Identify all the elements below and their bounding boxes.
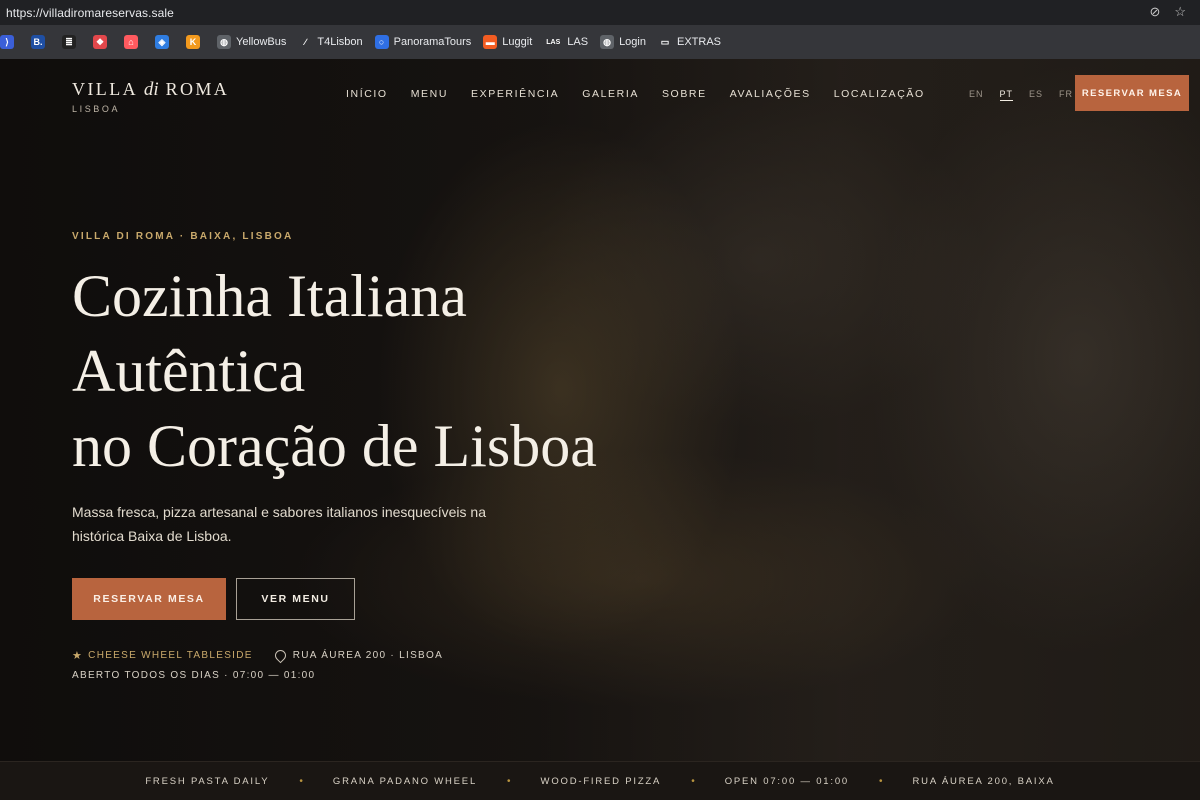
bookmark-label: Luggit [502, 36, 533, 48]
bookmark-item[interactable]: K [186, 25, 205, 59]
bookmark-item[interactable]: ○ PanoramaTours [374, 25, 472, 59]
bookmark-favicon-icon: K [186, 35, 200, 49]
ticker-item: RUA ÁUREA 200, BAIXA [912, 775, 1055, 787]
nav-item-galeria[interactable]: GALERIA [582, 88, 639, 100]
bookmark-favicon-icon: B. [31, 35, 45, 49]
bookmark-favicon-icon: ▬ [483, 35, 498, 49]
reserve-table-button[interactable]: RESERVAR MESA [72, 578, 226, 620]
bookmark-label: LAS [567, 36, 589, 48]
hero-section: VILLA di ROMA LISBOA INÍCIO MENU EXPERIÊ… [0, 59, 1200, 761]
bookmark-favicon-icon: LAS [544, 35, 563, 49]
ticker-item: GRANA PADANO WHEEL [332, 775, 478, 787]
nav-item-sobre[interactable]: SOBRE [662, 88, 707, 100]
ticker-separator: • [299, 775, 303, 787]
bookmark-label: EXTRAS [676, 36, 721, 48]
opening-hours: ABERTO TODOS OS DIAS · 07:00 — 01:00 [72, 670, 316, 681]
eye-off-icon[interactable]: ⊘ [1149, 4, 1160, 20]
browser-address-bar[interactable]: https://villadiromareservas.sale ⊘ ☆ [0, 0, 1200, 25]
bookmark-item[interactable]: ◈ [155, 25, 174, 59]
bookmark-favicon-icon: ≣ [62, 35, 76, 49]
location-pin-icon [272, 647, 289, 664]
bookmark-item[interactable]: ≣ [62, 25, 81, 59]
feature-ticker: FRESH PASTA DAILY • GRANA PADANO WHEEL •… [0, 761, 1200, 800]
lang-en[interactable]: EN [969, 89, 984, 101]
logo-suffix: ROMA [165, 79, 230, 99]
bookmarks-bar: ⟩ B. ≣ ❖ ⌂ ◈ K ◍ YellowBus ∕ T4Lisbon ○ PanoramaTour… [0, 25, 1200, 59]
logo-prefix: VILLA [72, 79, 137, 99]
lang-fr[interactable]: FR [1059, 89, 1073, 101]
headline-line-2: Autêntica [72, 338, 306, 404]
bookmark-item[interactable]: LAS LAS [544, 25, 588, 59]
bookmark-favicon-icon: ◈ [155, 35, 169, 49]
ticker-separator: • [691, 775, 695, 787]
nav-item-avaliacoes[interactable]: AVALIAÇÕES [730, 88, 811, 100]
bookmark-label: YellowBus [236, 36, 287, 48]
lang-pt[interactable]: PT [999, 89, 1014, 101]
language-switcher: EN PT ES FR [969, 89, 1089, 101]
logo-city: LISBOA [72, 104, 121, 114]
bookmark-item[interactable]: ▭ EXTRAS [657, 25, 721, 59]
bookmark-favicon-icon: ⌂ [124, 35, 138, 49]
url-text[interactable]: https://villadiromareservas.sale [6, 6, 174, 20]
bookmark-star-icon[interactable]: ☆ [1174, 4, 1186, 20]
logo-italic: di [143, 79, 159, 100]
ticker-separator: • [879, 775, 883, 787]
main-nav: INÍCIO MENU EXPERIÊNCIA GALERIA SOBRE AV… [346, 88, 948, 100]
bookmark-favicon-icon: ◍ [217, 35, 231, 49]
lang-es[interactable]: ES [1029, 89, 1043, 101]
nav-item-menu[interactable]: MENU [411, 88, 448, 100]
header-reserve-button[interactable]: RESERVAR MESA [1075, 75, 1189, 111]
bookmark-favicon-icon: ▭ [657, 35, 672, 49]
view-menu-button[interactable]: VER MENU [236, 578, 355, 620]
hero-meta: ★ CHEESE WHEEL TABLESIDE RUA ÁUREA 200 ·… [72, 647, 444, 664]
bookmark-label: T4Lisbon [317, 36, 363, 48]
bookmark-item[interactable]: ◍ Login [600, 25, 646, 59]
bookmark-favicon-icon: ◍ [600, 35, 615, 49]
bookmark-item[interactable]: ⟩ [0, 25, 19, 59]
bookmark-favicon-icon: ❖ [93, 35, 107, 49]
address-label: RUA ÁUREA 200 · LISBOA [292, 650, 444, 661]
bookmark-item[interactable]: ◍ YellowBus [217, 25, 286, 59]
headline-line-3: no Coração de Lisboa [72, 413, 597, 479]
bookmark-item[interactable]: ▬ Luggit [483, 25, 532, 59]
hero-eyebrow: VILLA DI ROMA · BAIXA, LISBOA [72, 231, 294, 242]
bookmark-item[interactable]: ⌂ [124, 25, 143, 59]
bookmark-item[interactable]: ∕ T4Lisbon [298, 25, 363, 59]
nav-item-experiencia[interactable]: EXPERIÊNCIA [471, 88, 559, 100]
bookmark-label: PanoramaTours [393, 36, 472, 48]
ticker-item: FRESH PASTA DAILY [145, 775, 270, 787]
ticker-item: WOOD-FIRED PIZZA [540, 775, 662, 787]
bookmark-item[interactable]: B. [31, 25, 50, 59]
headline-line-1: Cozinha Italiana [72, 263, 467, 329]
ticker-item: OPEN 07:00 — 01:00 [724, 775, 849, 787]
star-icon: ★ [72, 650, 84, 662]
bookmark-label: Login [619, 36, 646, 48]
hero-headline: Cozinha Italiana Autêntica no Coração de… [72, 259, 772, 484]
hero-subtitle: Massa fresca, pizza artesanal e sabores … [72, 504, 486, 544]
nav-item-inicio[interactable]: INÍCIO [346, 88, 388, 100]
bookmark-favicon-icon: ∕ [298, 35, 313, 49]
bookmark-item[interactable]: ❖ [93, 25, 112, 59]
feature-label: CHEESE WHEEL TABLESIDE [88, 650, 253, 661]
site-logo[interactable]: VILLA di ROMA LISBOA [72, 79, 229, 114]
bookmark-favicon-icon: ○ [374, 35, 389, 49]
nav-item-localizacao[interactable]: LOCALIZAÇÃO [834, 88, 925, 100]
bookmark-favicon-icon: ⟩ [0, 35, 14, 49]
ticker-separator: • [507, 775, 511, 787]
